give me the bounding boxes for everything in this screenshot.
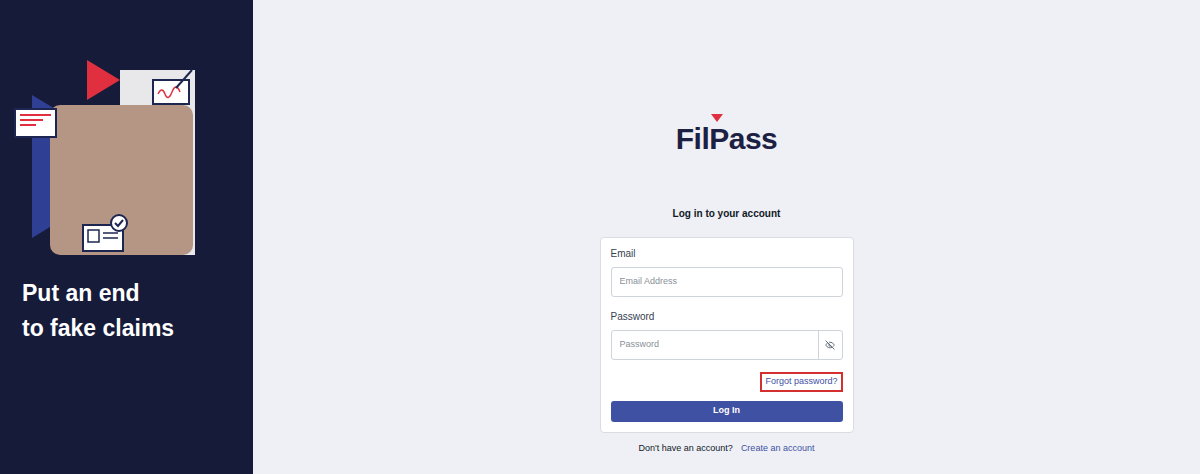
- tagline-line: Put an end: [22, 276, 253, 311]
- id-card-icon: [82, 213, 128, 253]
- promo-sidebar: Put an endto fake claims: [0, 0, 253, 474]
- field-label: Password: [611, 311, 843, 323]
- tagline: Put an endto fake claims: [0, 262, 253, 346]
- password-input[interactable]: [612, 331, 818, 359]
- signature-card-icon: [152, 68, 194, 106]
- logo: FilPass: [676, 120, 778, 158]
- login-page: Put an endto fake claims FilPass Log in to…: [0, 0, 1200, 474]
- hero-illustration: [0, 0, 253, 262]
- toggle-visibility-button[interactable]: [818, 331, 842, 359]
- form-field: Password: [611, 311, 843, 360]
- create-account-link[interactable]: Create an account: [741, 442, 815, 456]
- logo-triangle-icon: [711, 114, 723, 122]
- signup-prompt: Don't have an account?Create an account: [639, 442, 815, 456]
- login-button[interactable]: Log In: [611, 401, 843, 422]
- certificate-icon: [14, 108, 57, 138]
- eye-off-icon: [825, 340, 835, 350]
- forgot-password-link[interactable]: Forgot password?: [760, 372, 842, 392]
- login-card: Email Password Forgot password? Log In: [600, 237, 854, 433]
- tagline-line: to fake claims: [22, 311, 253, 346]
- email-input[interactable]: [612, 268, 842, 296]
- field-label: Email: [611, 248, 843, 260]
- form-field: Email: [611, 248, 843, 297]
- login-panel: FilPass Log in to your account Email Passwo…: [253, 0, 1200, 474]
- form-heading: Log in to your account: [673, 206, 781, 221]
